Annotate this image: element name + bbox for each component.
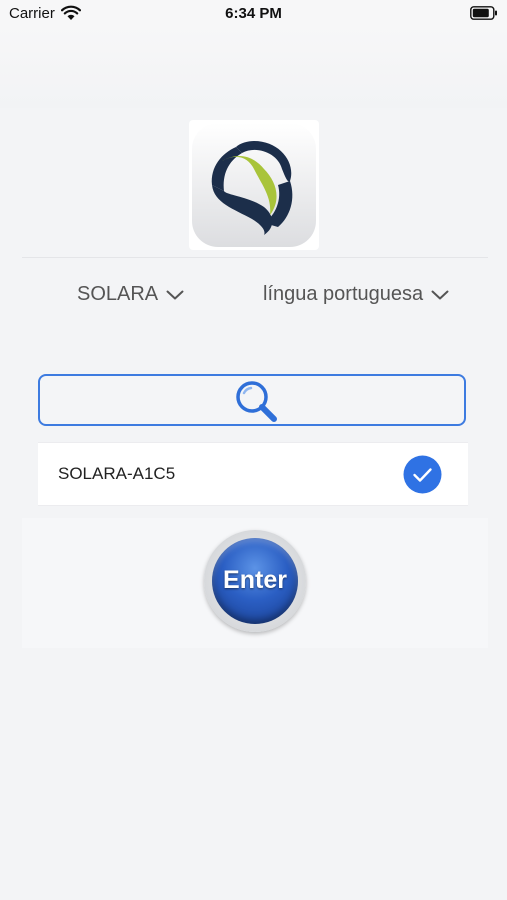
enter-area: Enter xyxy=(22,518,488,648)
enter-button-face: Enter xyxy=(212,538,298,624)
clock: 6:34 PM xyxy=(225,5,282,22)
language-selector-label: língua portuguesa xyxy=(263,283,424,305)
solara-s-logo-icon xyxy=(192,123,316,247)
search-icon[interactable] xyxy=(232,378,280,424)
search-input[interactable] xyxy=(38,374,466,426)
battery-icon xyxy=(470,6,497,20)
device-selector[interactable]: SOLARA xyxy=(77,283,184,306)
top-band xyxy=(0,26,507,108)
language-selector[interactable]: língua portuguesa xyxy=(263,283,449,306)
enter-button-label: Enter xyxy=(223,566,287,594)
chevron-down-icon xyxy=(166,290,184,299)
list-item[interactable]: SOLARA-A1C5 xyxy=(38,442,468,506)
device-name: SOLARA-A1C5 xyxy=(58,464,176,483)
chevron-down-icon xyxy=(431,290,449,299)
device-selector-label: SOLARA xyxy=(77,283,159,305)
status-bar: Carrier 6:34 PM xyxy=(0,0,507,26)
app-logo xyxy=(189,120,319,250)
app-screen: Carrier 6:34 PM SOLARA língua portuguesa… xyxy=(0,0,507,900)
enter-button[interactable]: Enter xyxy=(204,530,306,632)
divider xyxy=(22,257,488,258)
check-circle-icon xyxy=(403,455,442,494)
